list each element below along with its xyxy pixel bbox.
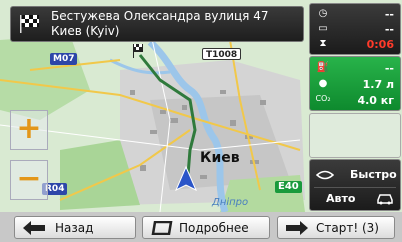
- distance-value: --: [384, 23, 394, 36]
- eta-value: --: [384, 8, 394, 21]
- navigation-screen: M07 T1008 R04 E40 Киев Дніпро Бестужева …: [0, 0, 402, 242]
- empty-info-box[interactable]: [309, 113, 401, 158]
- road-label-m07: M07: [50, 53, 78, 65]
- vehicle-label: Авто: [326, 192, 356, 205]
- eco-top-row: ⛽ --: [310, 61, 402, 77]
- route-type-label: Быстро: [350, 168, 397, 181]
- co2-value: 4.0 кг: [357, 94, 394, 107]
- city-label: Киев: [200, 150, 240, 166]
- ruler-icon: ▭: [318, 23, 328, 34]
- eta-row: ◷ --: [310, 7, 402, 23]
- car-icon: [377, 194, 393, 205]
- fuel-value: 1.7 л: [362, 78, 394, 91]
- trip-info-box[interactable]: ◷ -- ▭ -- ⧗ 0:06: [309, 3, 401, 55]
- arrow-left-icon: [23, 221, 45, 235]
- zoom-in-button[interactable]: +: [10, 110, 48, 150]
- road-label-e40: E40: [275, 181, 302, 193]
- arrow-right-icon: [286, 221, 308, 235]
- river-label: Дніпро: [212, 197, 249, 208]
- bottom-toolbar: Назад Подробнее Старт! (3): [0, 212, 402, 242]
- fuel-pump-icon: ⛽: [316, 62, 330, 73]
- eco-info-box[interactable]: ⛽ -- ● 1.7 л CO₂ 4.0 кг: [309, 56, 401, 111]
- back-button[interactable]: Назад: [14, 216, 136, 239]
- destination-address: Бестужева Олександра вулиця 47: [51, 9, 269, 23]
- checkered-flag-icon: [20, 15, 39, 33]
- info-panel: ◷ -- ▭ -- ⧗ 0:06 ⛽ -- ● 1.7 л CO₂ 4.0 кг…: [309, 3, 401, 211]
- fuel-row: ● 1.7 л: [310, 77, 402, 93]
- back-label: Назад: [55, 221, 94, 235]
- start-button[interactable]: Старт! (3): [277, 216, 395, 239]
- clock-icon: ◷: [318, 8, 328, 19]
- details-icon: [151, 221, 173, 235]
- route-type-row: Быстро: [310, 164, 402, 186]
- route-settings-box[interactable]: Быстро Авто: [309, 159, 401, 211]
- road-label-t1008: T1008: [202, 48, 242, 60]
- time-remaining-row: ⧗ 0:06: [310, 37, 402, 53]
- destination-bar[interactable]: Бестужева Олександра вулиця 47 Киев (Kyi…: [10, 6, 304, 42]
- details-button[interactable]: Подробнее: [142, 216, 270, 239]
- eco-top-value: --: [384, 62, 394, 75]
- co2-row: CO₂ 4.0 кг: [310, 93, 402, 109]
- distance-row: ▭ --: [310, 22, 402, 38]
- time-remaining-value: 0:06: [366, 38, 394, 51]
- co2-label: CO₂: [315, 94, 331, 103]
- start-label: Старт! (3): [316, 221, 379, 235]
- hourglass-icon: ⧗: [319, 38, 327, 49]
- destination-city: Киев (Kyiv): [51, 24, 120, 38]
- route-type-icon: [316, 170, 334, 180]
- fuel-drop-icon: ●: [318, 78, 328, 89]
- details-label: Подробнее: [179, 221, 249, 235]
- zoom-out-button[interactable]: −: [10, 160, 48, 200]
- vehicle-row: Авто: [310, 188, 402, 210]
